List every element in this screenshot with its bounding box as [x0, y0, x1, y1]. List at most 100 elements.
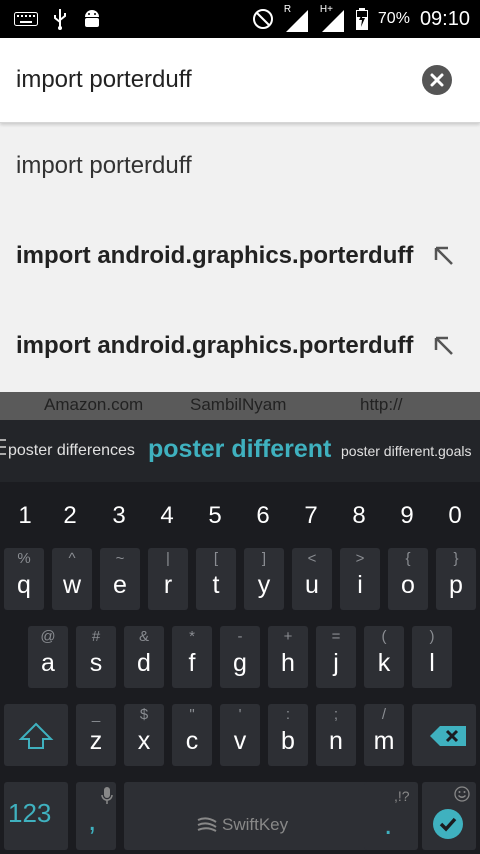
key-alt: '	[238, 706, 242, 723]
key-alt: ^	[68, 550, 76, 567]
key-main: w	[62, 571, 82, 599]
suggestion-item[interactable]: import android.graphics.porterduff	[0, 302, 480, 392]
prediction-bar: poster differences poster different post…	[0, 420, 480, 482]
key-letter[interactable]: ' v	[220, 704, 260, 766]
key-letter[interactable]: & d	[124, 626, 164, 688]
shift-key[interactable]	[4, 704, 68, 766]
key-alt: ]	[261, 550, 267, 567]
key-alt: -	[237, 628, 243, 645]
emoji-icon	[454, 786, 470, 802]
key-alt: <	[307, 550, 317, 567]
space-brand: SwiftKey	[222, 815, 289, 834]
search-bar: import porterduff	[0, 38, 480, 123]
prediction-right[interactable]: poster different.goals	[341, 443, 472, 459]
key-letter[interactable]: * f	[172, 626, 212, 688]
key-alt: =	[331, 628, 341, 645]
space-key[interactable]: SwiftKey	[124, 782, 380, 850]
key-letter[interactable]: " c	[172, 704, 212, 766]
key-main: m	[373, 727, 395, 755]
key-alt: ;	[333, 706, 339, 723]
backspace-key[interactable]	[412, 704, 476, 766]
key-alt: #	[91, 628, 101, 645]
key-main: l	[429, 649, 435, 677]
clear-search-button[interactable]	[422, 65, 452, 95]
prediction-center[interactable]: poster different	[148, 435, 331, 464]
key-letter[interactable]: % q	[4, 548, 44, 610]
web-hint: SambilNyam	[190, 395, 287, 414]
key-letter[interactable]: @ a	[28, 626, 68, 688]
key-letter[interactable]: + h	[268, 626, 308, 688]
comma-label: ,	[88, 804, 97, 837]
key-number[interactable]: 5	[200, 502, 230, 530]
suggestion-text: import android.graphics.porterduff	[16, 242, 414, 269]
key-main: u	[305, 571, 319, 599]
prediction-left[interactable]: poster differences	[8, 442, 135, 460]
key-letter[interactable]: :b	[268, 704, 308, 766]
symbols-key[interactable]: 123	[4, 782, 68, 850]
key-alt: _	[91, 706, 101, 723]
fill-query-arrow-icon[interactable]	[430, 242, 458, 270]
key-number[interactable]: 7	[296, 502, 326, 530]
roaming-indicator: R	[283, 4, 292, 15]
key-number[interactable]: 6	[248, 502, 278, 530]
keyboard: 1 2 3 4 5 6 7 8 9 0 % q ^ w ~ e | r [t ] y < u…	[0, 482, 480, 854]
enter-key[interactable]	[422, 782, 476, 850]
key-number[interactable]: 0	[440, 502, 470, 530]
key-alt: :	[285, 706, 291, 723]
comma-key[interactable]: ,	[76, 782, 116, 850]
checkmark-icon	[433, 809, 463, 839]
key-number[interactable]: 3	[104, 502, 134, 530]
key-number[interactable]: 2	[55, 502, 85, 530]
key-main: f	[188, 649, 196, 677]
key-letter[interactable]: ] y	[244, 548, 284, 610]
usb-icon	[54, 9, 66, 30]
key-letter[interactable]: > i	[340, 548, 380, 610]
microphone-icon	[101, 787, 113, 804]
search-input[interactable]: import porterduff	[16, 66, 192, 94]
key-letter[interactable]: [t	[196, 548, 236, 610]
key-main: b	[281, 727, 295, 755]
key-letter[interactable]: (k	[364, 626, 404, 688]
punct-hint: ,!?	[394, 788, 410, 804]
key-letter[interactable]: < u	[292, 548, 332, 610]
suggestion-list: import porterduff import android.graphic…	[0, 122, 480, 392]
key-main: g	[233, 649, 247, 677]
backspace-icon	[430, 726, 466, 746]
key-number[interactable]: 4	[152, 502, 182, 530]
signal-hplus: H+	[320, 4, 346, 32]
key-letter[interactable]: ~ e	[100, 548, 140, 610]
key-alt: >	[355, 550, 365, 567]
key-number[interactable]: 9	[392, 502, 422, 530]
suggestion-item[interactable]: import porterduff	[0, 122, 480, 212]
key-letter[interactable]: ) l	[412, 626, 452, 688]
key-main: d	[137, 649, 151, 677]
web-hint: http://	[360, 395, 403, 414]
key-alt: /	[381, 706, 387, 723]
menu-handle-icon[interactable]	[0, 438, 6, 456]
key-number[interactable]: 1	[10, 502, 40, 530]
key-main: s	[89, 649, 103, 677]
key-alt: +	[283, 628, 293, 645]
suggestion-item[interactable]: import android.graphics.porterduff	[0, 212, 480, 302]
key-letter[interactable]: = j	[316, 626, 356, 688]
key-letter[interactable]: / m	[364, 704, 404, 766]
key-letter[interactable]: ; n	[316, 704, 356, 766]
key-letter[interactable]: -g	[220, 626, 260, 688]
key-number[interactable]: 8	[344, 502, 374, 530]
period-key[interactable]: ,!? .	[364, 782, 418, 850]
key-letter[interactable]: # s	[76, 626, 116, 688]
symbols-label: 123	[8, 798, 52, 828]
key-alt: [	[213, 550, 219, 567]
key-letter[interactable]: {o	[388, 548, 428, 610]
fill-query-arrow-icon[interactable]	[430, 332, 458, 360]
web-hint: Amazon.com	[44, 395, 144, 414]
key-letter[interactable]: _ z	[76, 704, 116, 766]
do-not-disturb-icon	[252, 9, 273, 29]
key-letter[interactable]: $ x	[124, 704, 164, 766]
key-alt: $	[139, 706, 149, 723]
key-letter[interactable]: ^ w	[52, 548, 92, 610]
key-letter[interactable]: } p	[436, 548, 476, 610]
key-letter[interactable]: | r	[148, 548, 188, 610]
swiftkey-logo-icon	[197, 817, 217, 832]
key-main: p	[449, 571, 463, 599]
